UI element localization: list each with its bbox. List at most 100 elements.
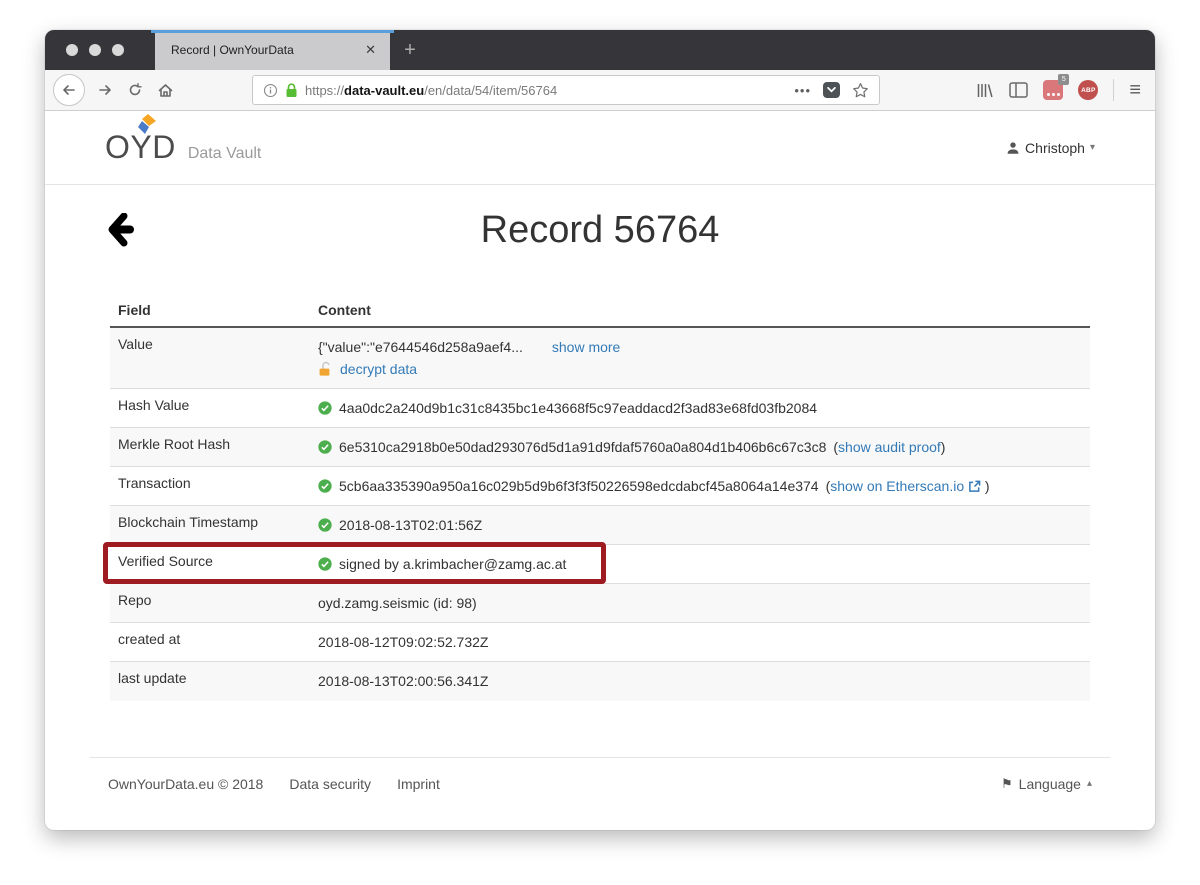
home-icon — [157, 82, 174, 99]
language-label: Language — [1019, 776, 1081, 792]
browser-window: Record | OwnYourData ✕ + https://data — [45, 30, 1155, 830]
url-bar[interactable]: https://data-vault.eu/en/data/54/item/56… — [252, 75, 880, 105]
dot — [1057, 93, 1060, 96]
url-text: https://data-vault.eu/en/data/54/item/56… — [305, 83, 557, 98]
site-footer: OwnYourData.eu © 2018 Data security Impr… — [90, 757, 1110, 792]
row-content: 2018-08-13T02:00:56.341Z — [310, 662, 1090, 701]
check-icon — [318, 518, 332, 532]
footer-left: OwnYourData.eu © 2018 Data security Impr… — [108, 776, 440, 792]
dot — [1052, 93, 1055, 96]
window-controls[interactable] — [45, 30, 155, 70]
bookmark-star-icon[interactable] — [852, 82, 869, 99]
forward-icon — [97, 82, 113, 98]
table-row-timestamp: Blockchain Timestamp 2018-08-13T02:01:56… — [110, 506, 1090, 545]
row-content: {"value":"e7644546d258a9aef4... show mor… — [310, 327, 1090, 389]
page-actions-icon[interactable]: ••• — [794, 83, 811, 98]
language-menu[interactable]: ⚑ Language ▴ — [1001, 776, 1092, 792]
flag-icon: ⚑ — [1001, 776, 1013, 792]
row-content: 4aa0dc2a240d9b1c31c8435bc1e43668f5c97ead… — [310, 389, 1090, 428]
last-update-value: 2018-08-13T02:00:56.341Z — [318, 670, 488, 692]
column-header-content: Content — [310, 293, 1090, 327]
row-content: 5cb6aa335390a950a16c029b5d9b6f3f3f502265… — [310, 467, 1090, 506]
created-at-value: 2018-08-12T09:02:52.732Z — [318, 631, 488, 653]
desktop-background: Record | OwnYourData ✕ + https://data — [0, 0, 1200, 885]
table-row-value: Value {"value":"e7644546d258a9aef4... sh… — [110, 327, 1090, 389]
page-info-icon[interactable] — [263, 83, 278, 98]
table-row-merkle: Merkle Root Hash 6e5310ca2918b0e50dad293… — [110, 428, 1090, 467]
user-icon — [1006, 141, 1020, 155]
reload-button[interactable] — [120, 75, 150, 105]
window-close-button[interactable] — [66, 44, 78, 56]
https-lock-icon[interactable] — [285, 83, 298, 98]
record-table-wrap: Field Content Value {"value":"e7644546d2… — [110, 293, 1090, 701]
chevron-down-icon: ▾ — [1090, 142, 1095, 153]
row-content: oyd.zamg.seismic (id: 98) — [310, 584, 1090, 623]
field-label: Hash Value — [110, 389, 310, 428]
copyright-text: OwnYourData.eu © 2018 — [108, 776, 263, 792]
back-button[interactable] — [53, 74, 85, 106]
home-button[interactable] — [150, 75, 180, 105]
window-zoom-button[interactable] — [112, 44, 124, 56]
check-icon — [318, 401, 332, 415]
field-label: last update — [110, 662, 310, 701]
back-arrow-button[interactable] — [107, 213, 145, 247]
show-audit-proof-link[interactable]: show audit proof — [838, 439, 941, 455]
new-tab-button[interactable]: + — [390, 30, 430, 70]
library-icon[interactable] — [976, 82, 994, 99]
logo-tagline: Data Vault — [188, 145, 262, 163]
password-manager-extension-icon[interactable]: 5 — [1043, 80, 1063, 100]
table-row-created: created at 2018-08-12T09:02:52.732Z — [110, 623, 1090, 662]
column-header-field: Field — [110, 293, 310, 327]
tab-bar: Record | OwnYourData ✕ + — [45, 30, 1155, 70]
blockchain-timestamp: 2018-08-13T02:01:56Z — [339, 514, 482, 536]
hash-value: 4aa0dc2a240d9b1c31c8435bc1e43668f5c97ead… — [339, 397, 817, 419]
field-label: Transaction — [110, 467, 310, 506]
table-row-verified-source: Verified Source signed by a.krimbacher@z… — [110, 545, 1090, 584]
adblock-icon[interactable]: ABP — [1078, 80, 1098, 100]
row-content: 6e5310ca2918b0e50dad293076d5d1a91d9fdaf5… — [310, 428, 1090, 467]
row-content: 2018-08-13T02:01:56Z — [310, 506, 1090, 545]
table-row-repo: Repo oyd.zamg.seismic (id: 98) — [110, 584, 1090, 623]
paren: (show audit proof) — [833, 436, 945, 458]
page-title: Record 56764 — [105, 209, 1095, 252]
field-label: created at — [110, 623, 310, 662]
transaction-hash: 5cb6aa335390a950a16c029b5d9b6f3f3f502265… — [339, 475, 819, 497]
field-label: Verified Source — [110, 545, 310, 584]
external-link-icon[interactable] — [968, 480, 981, 493]
check-icon — [318, 557, 332, 571]
table-header-row: Field Content — [110, 293, 1090, 327]
toolbar-right: 5 ABP ≡ — [976, 79, 1141, 102]
forward-button[interactable] — [90, 75, 120, 105]
etherscan-link[interactable]: show on Etherscan.io — [830, 478, 964, 494]
back-icon — [61, 82, 77, 98]
check-icon — [318, 440, 332, 454]
table-row-hash: Hash Value 4aa0dc2a240d9b1c31c8435bc1e43… — [110, 389, 1090, 428]
data-security-link[interactable]: Data security — [289, 776, 371, 792]
window-minimize-button[interactable] — [89, 44, 101, 56]
tab-close-icon[interactable]: ✕ — [359, 40, 382, 60]
row-content: signed by a.krimbacher@zamg.ac.at — [310, 545, 1090, 584]
record-page: Record 56764 Field Content Value — [45, 209, 1155, 701]
oyd-logo[interactable]: OYD Data Vault — [105, 129, 261, 166]
field-label: Blockchain Timestamp — [110, 506, 310, 545]
toolbar-separator — [1113, 79, 1114, 101]
unlock-icon — [318, 361, 333, 377]
decrypt-data-link[interactable]: decrypt data — [340, 358, 417, 380]
user-name: Christoph — [1025, 140, 1085, 156]
field-label: Merkle Root Hash — [110, 428, 310, 467]
merkle-root-hash: 6e5310ca2918b0e50dad293076d5d1a91d9fdaf5… — [339, 436, 826, 458]
value-preview: {"value":"e7644546d258a9aef4... — [318, 336, 523, 358]
dot — [1047, 93, 1050, 96]
reload-icon — [127, 82, 143, 98]
show-more-link[interactable]: show more — [552, 336, 620, 358]
menu-icon[interactable]: ≡ — [1129, 79, 1141, 102]
site-header: OYD Data Vault Christoph ▾ — [45, 111, 1155, 185]
sidebar-icon[interactable] — [1009, 82, 1028, 98]
imprint-link[interactable]: Imprint — [397, 776, 440, 792]
user-menu[interactable]: Christoph ▾ — [1006, 140, 1095, 156]
pocket-icon[interactable] — [823, 82, 840, 98]
record-table: Field Content Value {"value":"e7644546d2… — [110, 293, 1090, 701]
field-label: Repo — [110, 584, 310, 623]
url-domain: data-vault.eu — [344, 83, 424, 98]
browser-tab[interactable]: Record | OwnYourData ✕ — [155, 30, 390, 70]
